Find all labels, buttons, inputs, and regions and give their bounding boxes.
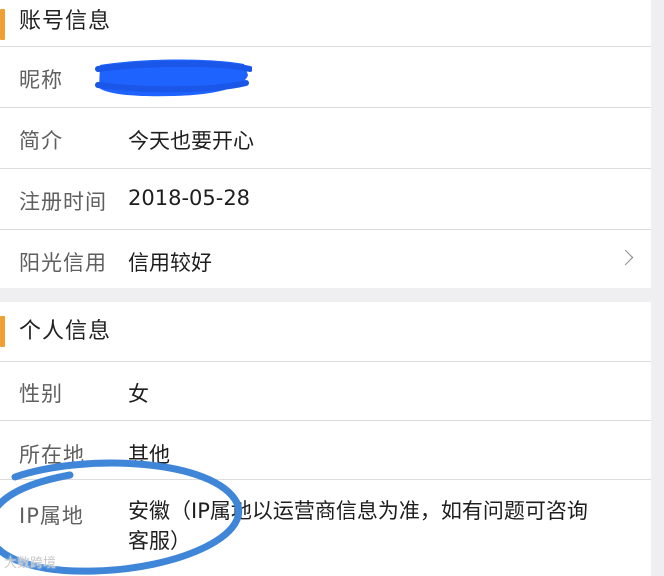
redaction-scribble — [95, 59, 252, 97]
location-value: 其他 — [128, 443, 170, 467]
register-time-label: 注册时间 — [19, 190, 107, 214]
section-accent-bar — [0, 316, 5, 347]
chevron-right-icon — [617, 249, 634, 266]
ip-location-value: 安徽（IP属地以运营商信息为准，如有问题可咨询客服） — [128, 499, 588, 553]
personal-section-title: 个人信息 — [19, 319, 112, 344]
credit-value: 信用较好 — [128, 251, 212, 275]
gender-label: 性别 — [19, 382, 63, 406]
bio-value: 今天也要开心 — [128, 129, 254, 153]
section-accent-bar — [0, 9, 5, 40]
location-label: 所在地 — [19, 443, 85, 467]
row-bio: 简介 今天也要开心 — [0, 107, 651, 168]
account-section-title: 账号信息 — [19, 9, 112, 34]
row-location: 所在地 其他 — [0, 420, 651, 479]
nickname-label: 昵称 — [19, 68, 63, 92]
gender-value: 女 — [128, 382, 149, 406]
right-edge-gutter — [651, 0, 664, 576]
ip-location-label: IP属地 — [19, 504, 84, 528]
row-sunshine-credit[interactable]: 阳光信用 信用较好 — [0, 229, 651, 289]
watermark: 大数跨境 — [4, 556, 57, 571]
section-gap — [0, 288, 651, 302]
bio-label: 简介 — [19, 129, 63, 153]
register-time-value: 2018-05-28 — [128, 186, 251, 210]
row-ip-location: IP属地 安徽（IP属地以运营商信息为准，如有问题可咨询客服） — [0, 479, 651, 576]
account-section-header: 账号信息 — [0, 0, 651, 50]
row-register-time: 注册时间 2018-05-28 — [0, 168, 651, 229]
row-gender: 性别 女 — [0, 361, 651, 420]
credit-label: 阳光信用 — [19, 251, 107, 275]
profile-info-page: 账号信息 昵称 简介 今天也要开心 注册时间 2018-05-28 阳光信用 信… — [0, 0, 664, 576]
personal-section-header: 个人信息 — [0, 302, 651, 362]
